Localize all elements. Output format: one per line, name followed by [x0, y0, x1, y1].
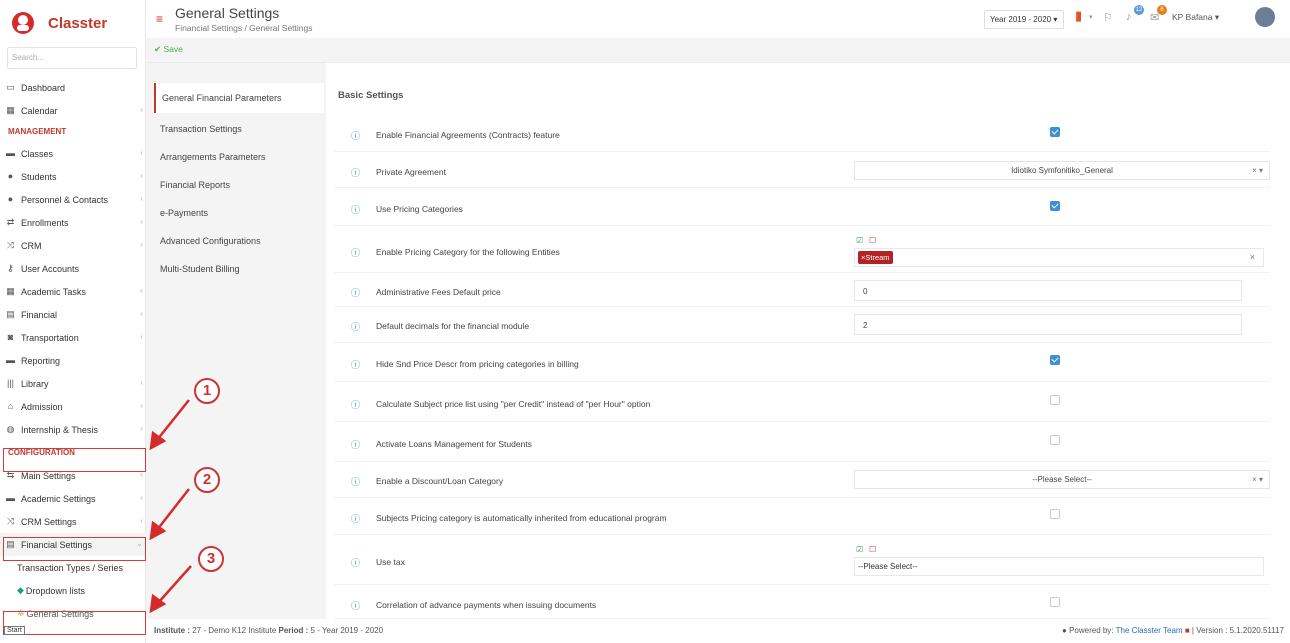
annotation-marker-3: 3: [198, 546, 224, 572]
annotation-arrows: [149, 399, 192, 614]
annotation-marker-1: 1: [194, 378, 220, 404]
annotation-marker-2: 2: [194, 467, 220, 493]
taskbar-start-button[interactable]: Start: [4, 626, 25, 635]
